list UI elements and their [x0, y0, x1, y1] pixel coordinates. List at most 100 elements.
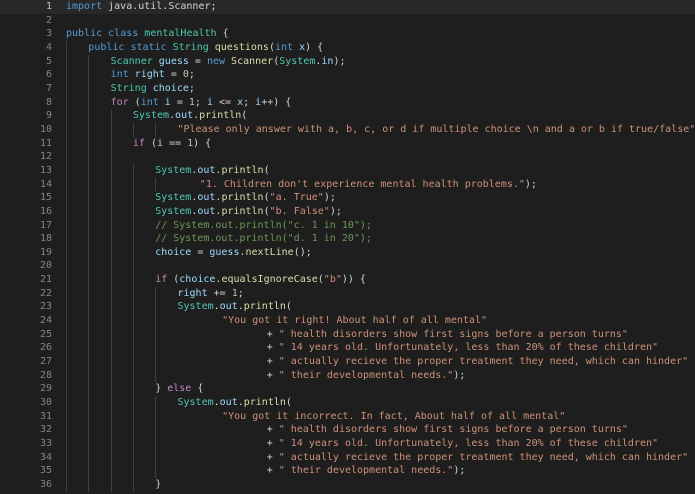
- indent-guide: [66, 245, 67, 260]
- indent-guide: [132, 341, 134, 356]
- code-text: // System.out.println("d. 1 in 20");: [155, 232, 372, 246]
- indent-guide: [132, 218, 134, 233]
- code-line[interactable]: 29} else {: [0, 382, 695, 397]
- code-line[interactable]: 8 for (int i = 1; i <= x; i++) {: [0, 95, 695, 110]
- indent-guide: [88, 245, 90, 260]
- code-token: for: [110, 96, 129, 108]
- code-line[interactable]: 14 "1. Children don't experience mental h…: [0, 177, 695, 192]
- code-token: out: [197, 192, 216, 204]
- code-line[interactable]: 27 + " actually recieve the proper treatm…: [0, 355, 695, 369]
- code-token: out: [197, 164, 216, 176]
- code-token: mentalHealth: [144, 28, 217, 40]
- indent-guide: [132, 286, 134, 301]
- code-line[interactable]: 19 choice = guess.nextLine();: [0, 245, 695, 260]
- line-number: 32: [39, 424, 52, 436]
- code-token: (: [128, 96, 141, 108]
- line-number: 5: [45, 55, 52, 67]
- line-number: 18: [39, 233, 52, 245]
- code-line[interactable]: 25 + " health disorders show first signs …: [0, 327, 695, 342]
- code-line[interactable]: 6 int right = 0;: [0, 68, 695, 82]
- code-editor[interactable]: 1 import java.util.Scanner; 2 3 public class…: [0, 0, 695, 494]
- code-line[interactable]: 31 "You got it incorrect. In fact, About …: [0, 409, 695, 424]
- code-token: +: [266, 369, 279, 381]
- code-token: Scanner: [110, 55, 153, 67]
- indent-guide: [88, 273, 90, 287]
- code-line[interactable]: 33 + " 14 years old. Unfortunately, less …: [0, 437, 695, 451]
- indent-guide: [88, 300, 90, 315]
- indent-guide: [66, 54, 67, 69]
- code-token: Scanner: [231, 55, 274, 67]
- code-token: " their developmental needs.": [278, 465, 454, 477]
- code-token: // System.out.println("d. 1 in 20");: [155, 233, 372, 245]
- code-text: }: [155, 478, 161, 492]
- indent-guide: [132, 450, 134, 465]
- indent-guide: [88, 68, 90, 82]
- code-token: (: [144, 137, 157, 149]
- indent-guide: [88, 163, 90, 178]
- code-line[interactable]: 17 // System.out.println("c. 1 in 10");: [0, 218, 695, 233]
- code-text: + " 14 years old. Unfortunately, less th…: [267, 437, 658, 451]
- code-line[interactable]: 11 if (i == 1) {: [0, 136, 695, 151]
- code-line[interactable]: 16 System.out.println("b. False");: [0, 204, 695, 219]
- code-line[interactable]: 32 + " health disorders show first signs …: [0, 423, 695, 437]
- code-line[interactable]: 23 System.out.println(: [0, 300, 695, 315]
- code-token: public: [66, 28, 103, 40]
- line-number: 28: [39, 369, 52, 381]
- code-text: for (int i = 1; i <= x; i++) {: [111, 96, 292, 110]
- indent-guide: [132, 259, 134, 274]
- code-token: int: [140, 96, 159, 108]
- indent-guide: [155, 327, 157, 342]
- code-text: Scanner guess = new Scanner(System.in);: [111, 55, 346, 69]
- code-line[interactable]: 28 + " their developmental needs.");: [0, 368, 695, 383]
- code-line[interactable]: 21 if (choice.equalsIgnoreCase("b")) {: [0, 273, 695, 287]
- indent-guide: [155, 409, 157, 424]
- line-number: 16: [39, 205, 52, 217]
- line-number: 3: [45, 28, 52, 40]
- code-line[interactable]: 12: [0, 150, 695, 164]
- code-line[interactable]: 4 public static String questions(int x) {: [0, 40, 695, 55]
- indent-guide: [88, 368, 90, 383]
- code-token: " their developmental needs.": [278, 369, 454, 381]
- line-number: 36: [39, 478, 52, 490]
- code-token: System: [155, 192, 192, 204]
- indent-guide: [66, 423, 67, 437]
- indent-guide: [66, 300, 67, 315]
- code-line[interactable]: 35 + " their developmental needs.");: [0, 464, 695, 478]
- code-text: + " their developmental needs.");: [267, 464, 466, 478]
- code-line[interactable]: 24 "You got it right! About half of all m…: [0, 314, 695, 328]
- code-line[interactable]: 36}: [0, 477, 695, 492]
- code-text: int right = 0;: [111, 68, 195, 82]
- code-line[interactable]: 18 // System.out.println("d. 1 in 20");: [0, 232, 695, 246]
- code-line[interactable]: 13 System.out.println(: [0, 163, 695, 178]
- code-line[interactable]: 5 Scanner guess = new Scanner(System.in);: [0, 54, 695, 69]
- code-token: =: [164, 69, 183, 81]
- line-number: 27: [39, 356, 52, 368]
- code-line[interactable]: 26 + " 14 years old. Unfortunately, less …: [0, 341, 695, 356]
- code-text: System.out.println(: [133, 109, 247, 123]
- code-line[interactable]: 7 String choice;: [0, 81, 695, 96]
- line-number: 20: [39, 260, 52, 272]
- line-number: 24: [39, 315, 52, 327]
- code-line[interactable]: 3 public class mentalHealth {: [0, 27, 695, 41]
- code-token: " actually recieve the proper treatment …: [278, 356, 689, 368]
- code-line[interactable]: 20: [0, 259, 695, 274]
- code-line[interactable]: 1 import java.util.Scanner;: [0, 0, 695, 14]
- code-line[interactable]: 30 System.out.println(: [0, 396, 695, 410]
- code-text: // System.out.println("c. 1 in 10");: [155, 219, 372, 233]
- code-line[interactable]: 10 "Please only answer with a, b, c, or d…: [0, 122, 695, 137]
- code-token: out: [219, 397, 238, 409]
- code-token: +: [266, 328, 279, 340]
- code-line[interactable]: 34 + " actually recieve the proper treatm…: [0, 450, 695, 465]
- code-line[interactable]: 2: [0, 14, 695, 28]
- indent-guide: [155, 396, 157, 410]
- code-token: {: [191, 383, 204, 395]
- indent-guide: [132, 204, 134, 219]
- code-token: println: [221, 164, 264, 176]
- indent-guide: [132, 163, 134, 178]
- code-line[interactable]: 9 System.out.println(: [0, 109, 695, 123]
- code-line[interactable]: 15 System.out.println("a. True");: [0, 191, 695, 205]
- code-line[interactable]: 22 right += 1;: [0, 286, 695, 301]
- indent-guide: [155, 286, 157, 301]
- indent-guide: [88, 286, 90, 301]
- indent-guide: [110, 382, 112, 397]
